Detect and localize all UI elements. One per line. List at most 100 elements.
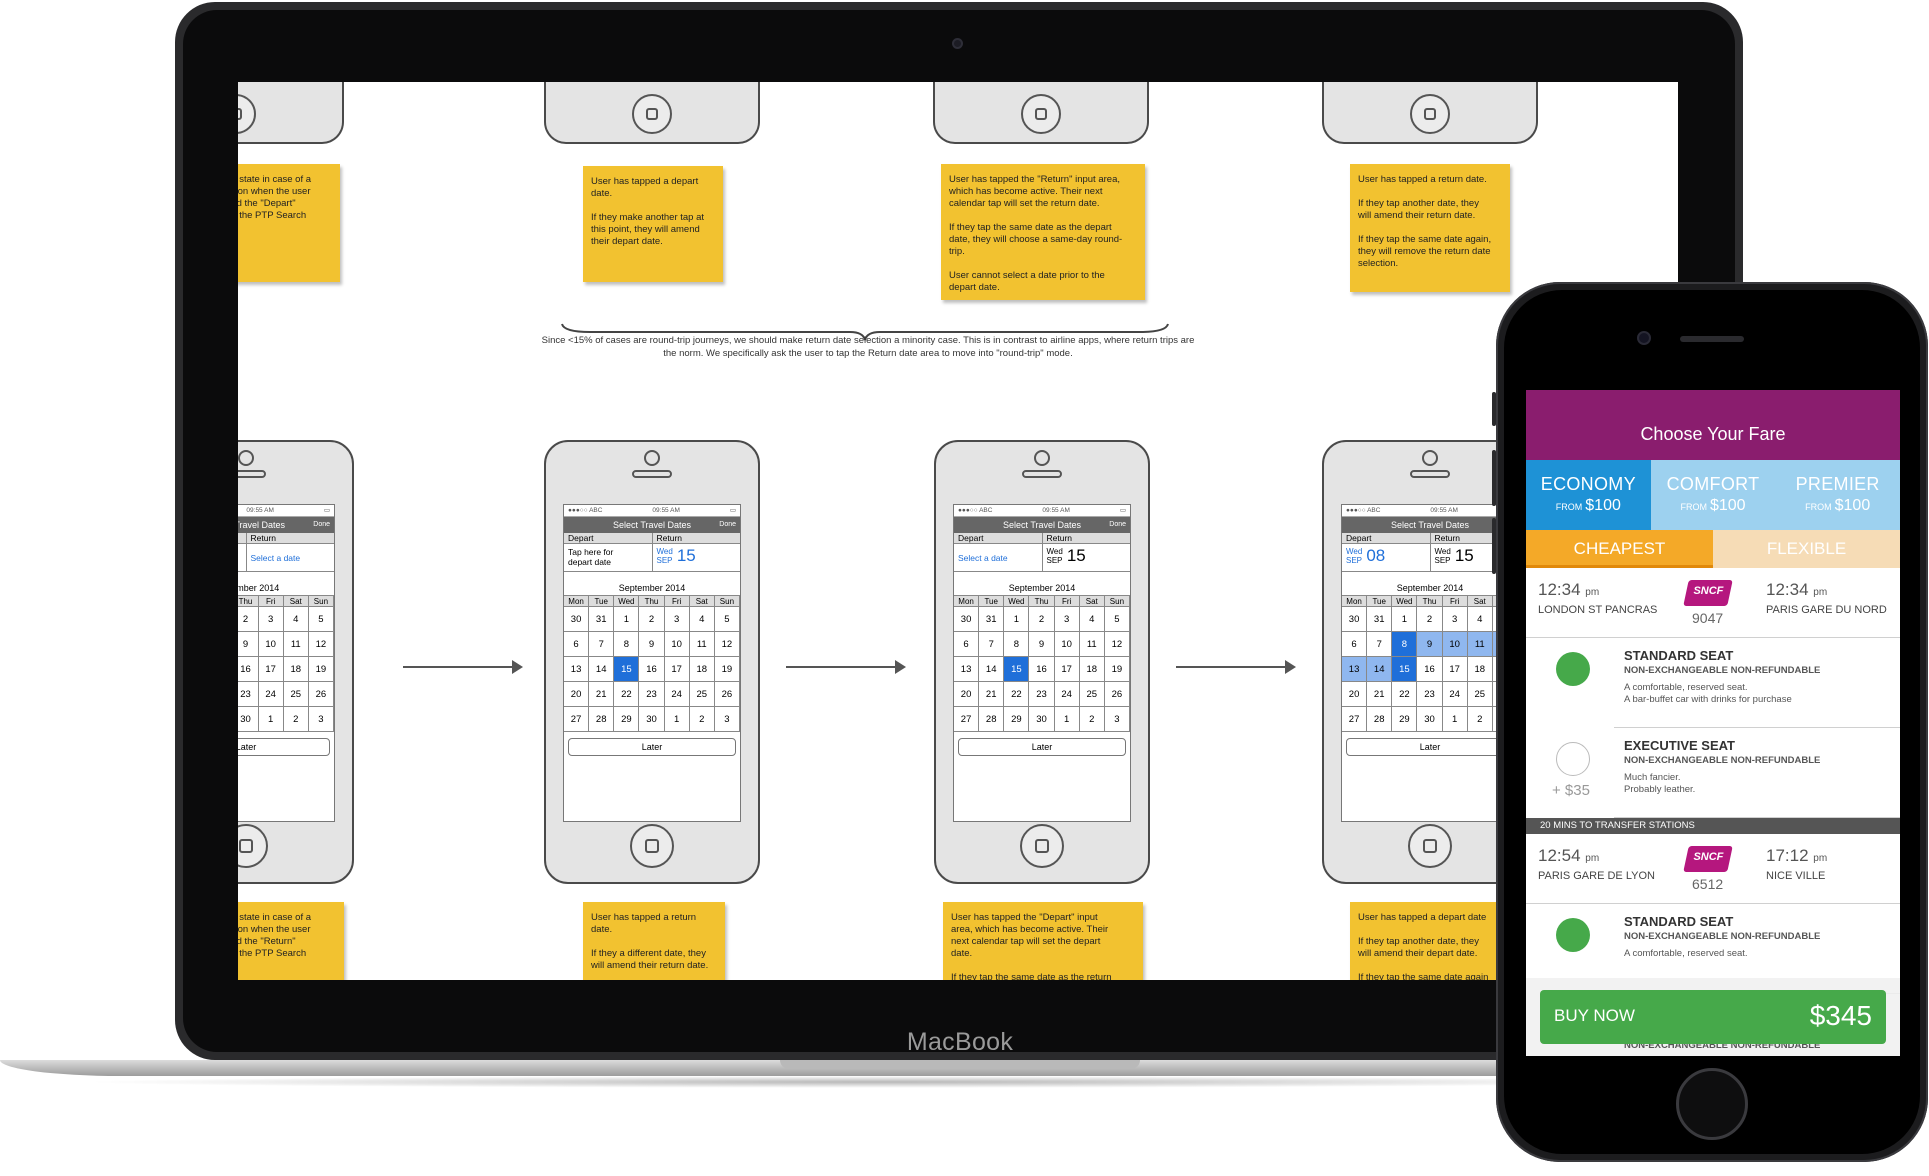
calendar-day[interactable]: 2 xyxy=(639,607,665,632)
calendar-day[interactable]: 2 xyxy=(1029,607,1055,632)
calendar-day[interactable]: 9 xyxy=(1029,632,1055,657)
calendar-day[interactable]: 4 xyxy=(689,607,715,632)
calendar-day[interactable]: 8 xyxy=(614,632,640,657)
calendar-day[interactable]: 11 xyxy=(1467,632,1493,657)
calendar-day[interactable]: 16 xyxy=(639,657,665,682)
calendar-day[interactable]: 9 xyxy=(238,632,259,657)
return-field[interactable]: Wed SEP 15 xyxy=(1043,544,1131,571)
calendar-day[interactable]: 4 xyxy=(1467,607,1493,632)
calendar-day[interactable]: 3 xyxy=(1442,607,1468,632)
done-button[interactable]: Done xyxy=(719,517,736,533)
calendar-day[interactable]: 17 xyxy=(258,657,284,682)
calendar-day[interactable]: 28 xyxy=(1367,707,1393,732)
calendar-day[interactable]: 3 xyxy=(714,707,740,732)
calendar-day[interactable]: 18 xyxy=(1467,657,1493,682)
calendar-day[interactable]: 4 xyxy=(283,607,309,632)
calendar-day[interactable]: 20 xyxy=(564,682,590,707)
calendar-day[interactable]: 5 xyxy=(1104,607,1130,632)
depart-field[interactable]: Tap here for depart date xyxy=(564,544,653,571)
calendar-day[interactable]: 7 xyxy=(589,632,615,657)
calendar-day[interactable]: 20 xyxy=(954,682,980,707)
calendar-day[interactable]: 2 xyxy=(1417,607,1443,632)
calendar-day[interactable]: 30 xyxy=(564,607,590,632)
depart-field[interactable]: Select a date xyxy=(954,544,1043,571)
calendar-day[interactable]: 24 xyxy=(1054,682,1080,707)
calendar-day[interactable]: 23 xyxy=(1029,682,1055,707)
return-field[interactable]: Wed SEP 15 xyxy=(653,544,741,571)
calendar-day[interactable]: 18 xyxy=(283,657,309,682)
calendar-day[interactable]: 20 xyxy=(1342,682,1368,707)
done-button[interactable]: Done xyxy=(1109,517,1126,533)
calendar-day[interactable]: 25 xyxy=(283,682,309,707)
calendar-day[interactable]: 24 xyxy=(1442,682,1468,707)
calendar-day[interactable]: 3 xyxy=(258,607,284,632)
calendar-day[interactable]: 28 xyxy=(589,707,615,732)
calendar-day[interactable]: 3 xyxy=(1104,707,1130,732)
seat-option-executive[interactable]: EXECUTIVE SEAT NON-EXCHANGEABLE NON-REFU… xyxy=(1552,728,1900,818)
radio-unselected-icon[interactable] xyxy=(1556,742,1590,776)
calendar-day[interactable]: 31 xyxy=(589,607,615,632)
calendar-day[interactable]: 10 xyxy=(1054,632,1080,657)
calendar-day[interactable]: 15 xyxy=(1392,657,1418,682)
radio-selected-icon[interactable] xyxy=(1556,652,1590,686)
calendar-day[interactable]: 1 xyxy=(1004,607,1030,632)
calendar-day[interactable]: 27 xyxy=(954,707,980,732)
calendar-day[interactable]: 6 xyxy=(1342,632,1368,657)
calendar-day[interactable]: 5 xyxy=(714,607,740,632)
calendar-day[interactable]: 1 xyxy=(664,707,690,732)
calendar-day[interactable]: 15 xyxy=(1004,657,1030,682)
done-button[interactable]: Done xyxy=(313,517,330,533)
select-date-link[interactable]: Select a date xyxy=(251,553,301,563)
calendar-day[interactable]: 22 xyxy=(614,682,640,707)
calendar-day[interactable]: 24 xyxy=(258,682,284,707)
tab-flexible[interactable]: FLEXIBLE xyxy=(1713,530,1900,568)
calendar-day[interactable]: 1 xyxy=(614,607,640,632)
journey-leg[interactable]: 12:54 pm PARIS GARE DE LYON SNCF 6512 17… xyxy=(1526,834,1900,904)
calendar-day[interactable]: 7 xyxy=(979,632,1005,657)
calendar-day[interactable]: 1 xyxy=(1442,707,1468,732)
calendar-day[interactable]: 13 xyxy=(1342,657,1368,682)
calendar-day[interactable]: 15 xyxy=(614,657,640,682)
later-button[interactable]: Later xyxy=(568,738,736,756)
calendar-day[interactable]: 1 xyxy=(258,707,284,732)
buy-now-button[interactable]: BUY NOW $345 xyxy=(1540,990,1886,1044)
calendar-day[interactable]: 30 xyxy=(1417,707,1443,732)
calendar-day[interactable]: 16 xyxy=(1029,657,1055,682)
calendar-day[interactable]: 9 xyxy=(639,632,665,657)
calendar-day[interactable]: 21 xyxy=(1367,682,1393,707)
calendar-day[interactable]: 16 xyxy=(1417,657,1443,682)
calendar-day[interactable]: 12 xyxy=(1104,632,1130,657)
calendar-day[interactable]: 8 xyxy=(1392,632,1418,657)
later-button[interactable]: Later xyxy=(958,738,1126,756)
calendar-day[interactable]: 23 xyxy=(238,682,259,707)
calendar-day[interactable]: 19 xyxy=(714,657,740,682)
calendar-day[interactable]: 30 xyxy=(954,607,980,632)
tab-economy[interactable]: ECONOMY FROM $100 xyxy=(1526,460,1651,530)
calendar-day[interactable]: 21 xyxy=(589,682,615,707)
calendar-day[interactable]: 26 xyxy=(1104,682,1130,707)
calendar-day[interactable]: 8 xyxy=(1004,632,1030,657)
calendar-day[interactable]: 14 xyxy=(1367,657,1393,682)
calendar-day[interactable]: 10 xyxy=(664,632,690,657)
return-field[interactable]: Select a date xyxy=(247,544,335,571)
calendar-day[interactable]: 16 xyxy=(238,657,259,682)
calendar-day[interactable]: 7 xyxy=(1367,632,1393,657)
depart-field[interactable] xyxy=(238,544,247,571)
calendar-day[interactable]: 14 xyxy=(979,657,1005,682)
calendar-day[interactable]: 30 xyxy=(238,707,259,732)
calendar-day[interactable]: 23 xyxy=(1417,682,1443,707)
seat-option-standard[interactable]: STANDARD SEAT NON-EXCHANGEABLE NON-REFUN… xyxy=(1556,638,1900,728)
calendar-day[interactable]: 1 xyxy=(1392,607,1418,632)
calendar-day[interactable]: 27 xyxy=(1342,707,1368,732)
calendar-day[interactable]: 31 xyxy=(979,607,1005,632)
calendar-day[interactable]: 25 xyxy=(689,682,715,707)
calendar-day[interactable]: 28 xyxy=(979,707,1005,732)
calendar-day[interactable]: 3 xyxy=(308,707,334,732)
calendar-day[interactable]: 11 xyxy=(283,632,309,657)
calendar-day[interactable]: 30 xyxy=(1342,607,1368,632)
calendar-day[interactable]: 12 xyxy=(308,632,334,657)
calendar-day[interactable]: 11 xyxy=(689,632,715,657)
calendar-day[interactable]: 25 xyxy=(1079,682,1105,707)
calendar-day[interactable]: 29 xyxy=(614,707,640,732)
calendar-day[interactable]: 21 xyxy=(979,682,1005,707)
